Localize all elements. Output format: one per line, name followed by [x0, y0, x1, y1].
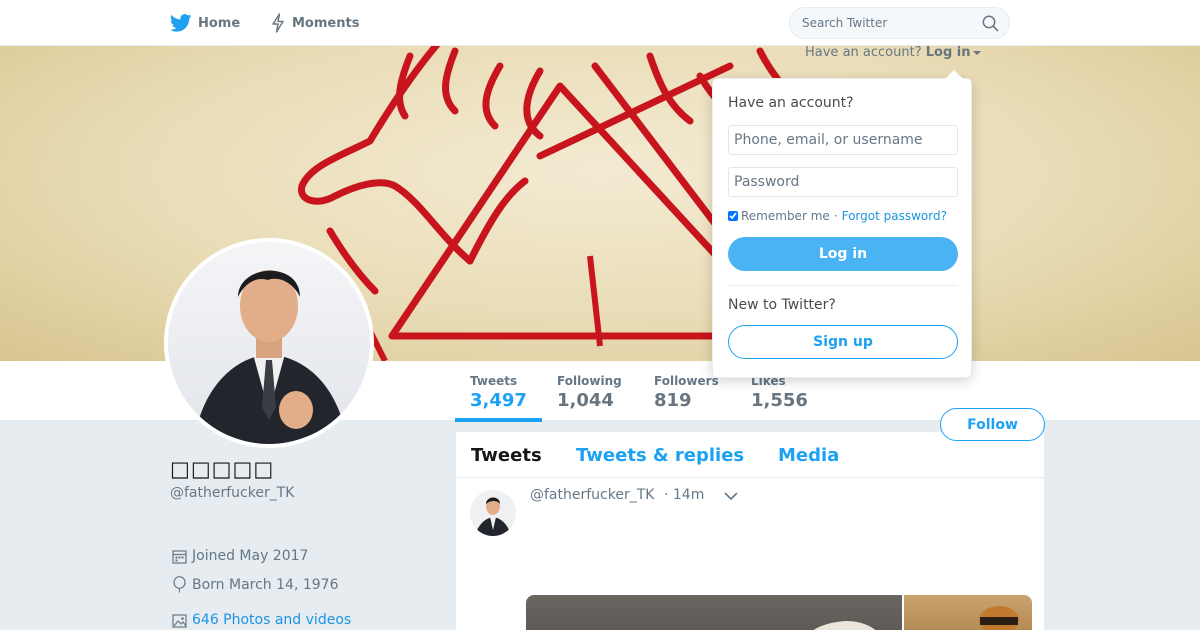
nav-moments-label: Moments: [292, 15, 360, 31]
password-field[interactable]: [728, 167, 958, 197]
login-dropdown: Have an account? Remember me · Forgot pa…: [712, 70, 972, 378]
tab-media[interactable]: Media: [778, 445, 839, 466]
stat-likes[interactable]: Likes 1,556: [751, 374, 808, 412]
dropdown-arrow: [945, 70, 963, 79]
tweet-avatar[interactable]: [470, 490, 516, 536]
chevron-down-icon[interactable]: [724, 492, 738, 501]
stat-value: 1,556: [751, 390, 808, 411]
active-stat-underline: [455, 418, 542, 422]
signup-button[interactable]: Sign up: [728, 325, 958, 359]
balloon-icon: [173, 576, 186, 593]
remember-me-checkbox[interactable]: [728, 211, 738, 221]
twitter-bird-icon: [170, 14, 192, 32]
remember-me-label[interactable]: Remember me: [741, 209, 830, 223]
stat-label: Followers: [654, 374, 719, 388]
separator: ·: [833, 209, 838, 223]
remember-row: Remember me · Forgot password?: [728, 209, 947, 223]
search-input[interactable]: [790, 8, 970, 38]
stat-value: 3,497: [470, 390, 527, 411]
stat-following[interactable]: Following 1,044: [557, 374, 622, 412]
new-to-twitter-label: New to Twitter?: [728, 297, 836, 313]
joined-date-text: Joined May 2017: [192, 548, 309, 564]
profile-handle[interactable]: @fatherfucker_TK: [170, 485, 294, 501]
search-box: [789, 7, 1010, 39]
lightning-icon: [272, 13, 284, 33]
tab-tweets-and-replies[interactable]: Tweets & replies: [576, 445, 744, 466]
nav-moments[interactable]: Moments: [270, 0, 359, 46]
login-link[interactable]: Log in: [926, 45, 981, 60]
tab-tweets[interactable]: Tweets: [471, 445, 542, 466]
username-field[interactable]: [728, 125, 958, 155]
tweet-author-handle[interactable]: @fatherfucker_TK: [530, 487, 654, 503]
tweet-timestamp[interactable]: · 14m: [664, 487, 704, 503]
profile-avatar[interactable]: [164, 238, 374, 448]
calendar-icon: [172, 549, 187, 564]
tweet-media[interactable]: [526, 595, 1032, 630]
birth-date: Born March 14, 1976: [172, 576, 338, 593]
profile-name: □□□□□: [170, 457, 275, 481]
nav-home[interactable]: Home: [170, 0, 240, 46]
tweet-media-image[interactable]: [526, 595, 904, 630]
photo-icon: [172, 613, 187, 628]
avatar-image: [168, 242, 370, 444]
follow-button[interactable]: Follow: [940, 408, 1045, 441]
caret-down-icon: [972, 50, 981, 55]
forgot-password-link[interactable]: Forgot password?: [842, 209, 947, 223]
stat-followers[interactable]: Followers 819: [654, 374, 719, 412]
stat-value: 1,044: [557, 390, 614, 411]
photos-and-videos-link[interactable]: 646 Photos and videos: [172, 612, 351, 628]
divider: [728, 285, 958, 286]
stat-label: Following: [557, 374, 622, 388]
stat-tweets[interactable]: Tweets 3,497: [470, 374, 527, 412]
stat-label: Tweets: [470, 374, 518, 388]
timeline: Tweets Tweets & replies Media @fatherfuc…: [456, 432, 1044, 630]
login-prompt-question: Have an account?: [805, 45, 922, 60]
birth-date-text: Born March 14, 1976: [192, 576, 339, 593]
joined-date: Joined May 2017: [172, 548, 308, 564]
login-dropdown-title: Have an account?: [728, 95, 854, 111]
login-button[interactable]: Log in: [728, 237, 958, 271]
login-link-label: Log in: [925, 45, 971, 60]
top-navigation-bar: Home Moments: [0, 0, 1200, 46]
nav-home-label: Home: [198, 15, 241, 31]
search-icon[interactable]: [982, 15, 999, 32]
stat-value: 819: [654, 390, 692, 411]
tweet-media-image[interactable]: [904, 595, 1032, 630]
login-prompt: Have an account? Log in: [805, 45, 981, 60]
photos-and-videos-text: 646 Photos and videos: [192, 612, 352, 628]
